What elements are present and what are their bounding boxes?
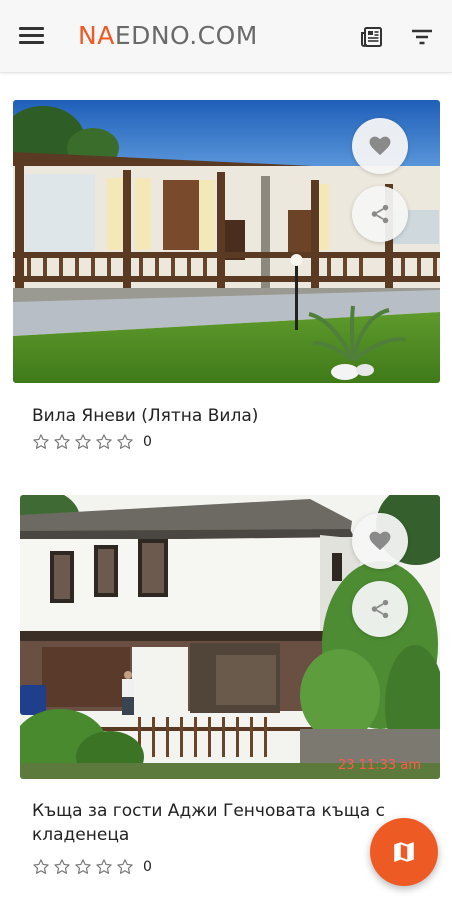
- share-icon: [371, 204, 389, 224]
- star-icon: [33, 859, 49, 874]
- share-button[interactable]: [352, 186, 408, 242]
- rating-count: 0: [143, 434, 152, 450]
- brand-logo[interactable]: NAEDNO.COM: [78, 20, 258, 52]
- star-icon: [33, 434, 49, 449]
- star-icon: [117, 434, 133, 449]
- listing-title[interactable]: Вила Яневи (Лятна Вила): [32, 404, 258, 428]
- heart-icon: [369, 136, 391, 156]
- star-icon: [75, 859, 91, 874]
- share-button[interactable]: [352, 581, 408, 637]
- share-icon: [371, 599, 389, 619]
- star-icon: [96, 434, 112, 449]
- star-rating: [32, 858, 134, 876]
- rating-count: 0: [143, 859, 152, 875]
- news-icon[interactable]: [359, 24, 385, 50]
- favorite-button[interactable]: [352, 118, 408, 174]
- menu-icon[interactable]: [18, 24, 46, 48]
- star-icon: [54, 859, 70, 874]
- star-icon: [96, 859, 112, 874]
- star-icon: [54, 434, 70, 449]
- star-icon: [75, 434, 91, 449]
- brand-accent: NA: [78, 21, 115, 50]
- listing-card[interactable]: 23 11:33 am Къща за гости Аджи Генчовата…: [12, 495, 440, 885]
- heart-icon: [369, 531, 391, 551]
- rating-row: 0: [32, 857, 152, 877]
- brand-rest: EDNO.COM: [114, 21, 258, 50]
- star-rating: [32, 433, 134, 451]
- filter-icon[interactable]: [409, 24, 435, 50]
- app-bar: NAEDNO.COM: [0, 0, 452, 73]
- favorite-button[interactable]: [352, 513, 408, 569]
- map-icon: [394, 842, 414, 862]
- rating-row: 0: [32, 432, 152, 452]
- star-icon: [117, 859, 133, 874]
- map-button[interactable]: [370, 818, 438, 886]
- photo-timestamp: 23 11:33 am: [338, 758, 421, 773]
- listing-card[interactable]: Вила Яневи (Лятна Вила) 0: [12, 100, 440, 460]
- listing-title[interactable]: Къща за гости Аджи Генчовата къща с клад…: [32, 799, 392, 847]
